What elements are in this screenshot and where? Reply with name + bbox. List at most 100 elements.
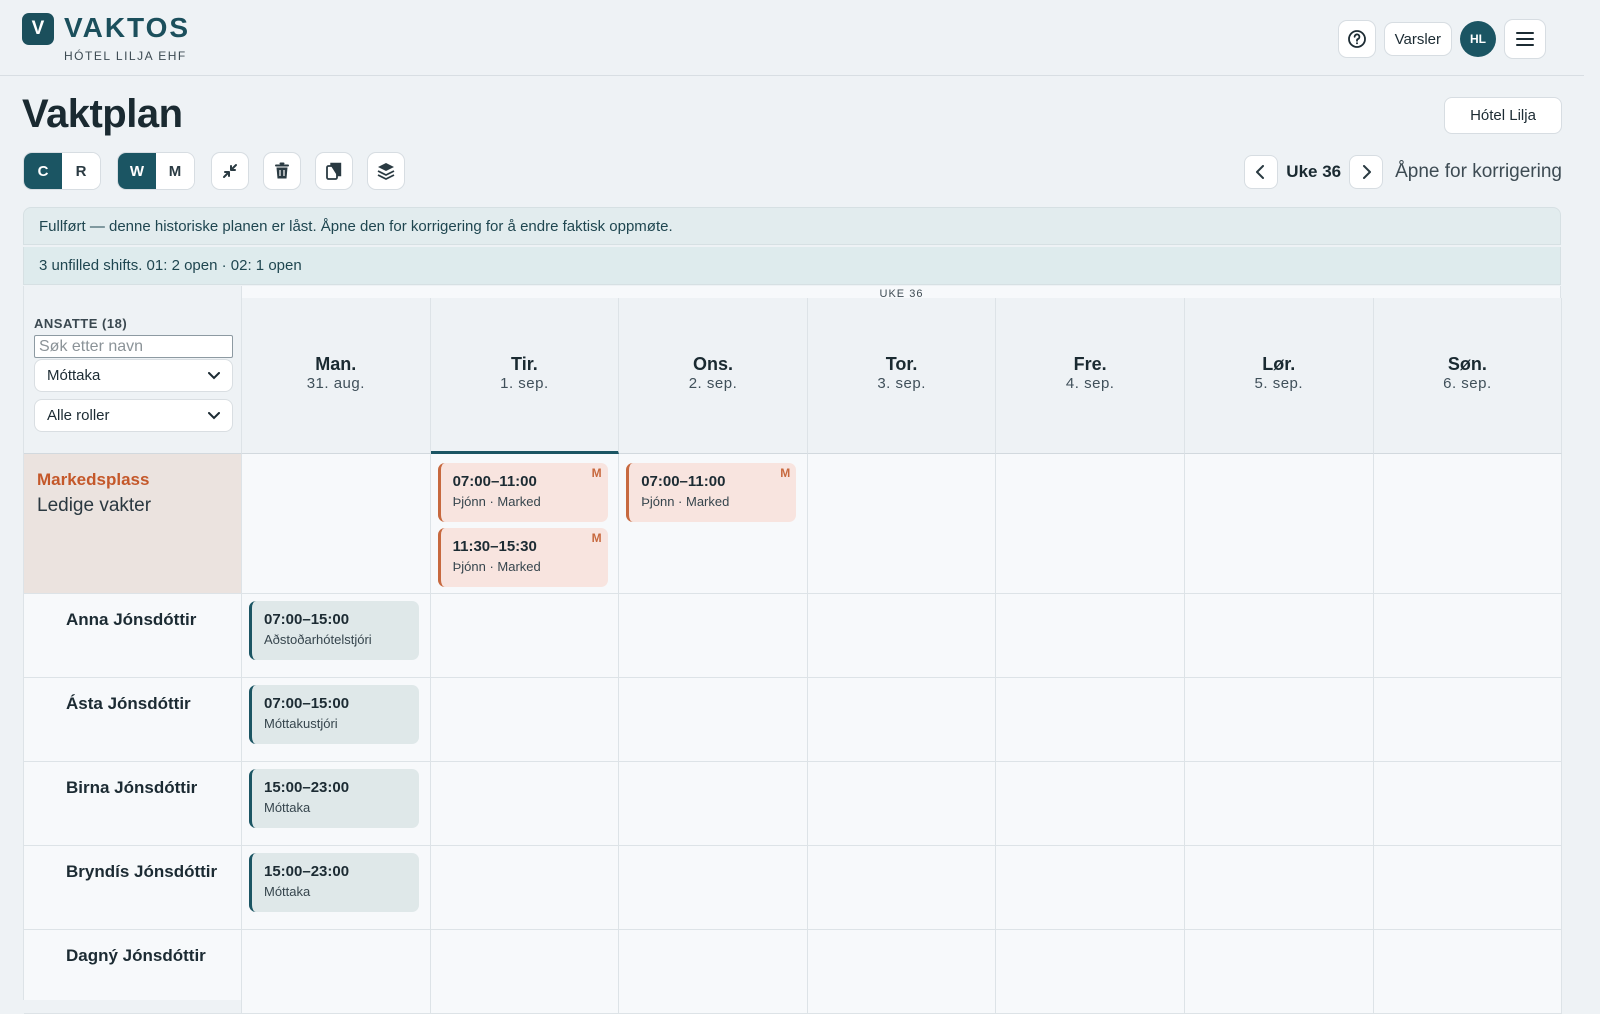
schedule-cell[interactable]: [807, 762, 997, 846]
schedule-cell[interactable]: [242, 930, 431, 1014]
schedule-cell[interactable]: [1185, 930, 1374, 1014]
view-mode-c[interactable]: C: [24, 153, 62, 189]
schedule-cell[interactable]: [807, 678, 997, 762]
department-value: Móttaka: [47, 367, 101, 384]
open-shift-card[interactable]: 07:00–11:00 Þjónn · Marked M: [626, 463, 797, 522]
schedule-cell[interactable]: [619, 678, 808, 762]
schedule-cell[interactable]: [996, 846, 1185, 930]
logo-icon[interactable]: V: [22, 13, 54, 45]
schedule-cell[interactable]: [1373, 594, 1563, 678]
open-shift-card[interactable]: 07:00–11:00 Þjónn · Marked M: [437, 463, 608, 522]
schedule-cell[interactable]: [430, 678, 620, 762]
employee-name: Anna Jónsdóttir: [66, 610, 197, 629]
schedule-toolbar: C R W M: [23, 152, 405, 190]
help-button[interactable]: [1337, 20, 1376, 58]
hotel-selector[interactable]: Hótel Lilja: [1444, 97, 1562, 134]
schedule-cell[interactable]: [1373, 846, 1563, 930]
day-date: 31. aug.: [306, 375, 365, 392]
shift-card[interactable]: 07:00–15:00 Aðstoðarhótelstjóri: [249, 601, 419, 660]
day-header[interactable]: Tor. 3. sep.: [807, 298, 997, 454]
shift-role: Þjónn · Marked: [641, 494, 730, 509]
day-name: Man.: [315, 354, 357, 374]
marketplace-subtitle: Ledige vakter: [37, 495, 152, 516]
employee-search-input[interactable]: [34, 335, 233, 358]
schedule-cell[interactable]: [1373, 930, 1563, 1014]
schedule-cell[interactable]: [430, 846, 620, 930]
range-month[interactable]: M: [156, 153, 194, 189]
brand-name[interactable]: VAKTOS: [64, 12, 190, 44]
day-name: Tor.: [885, 354, 918, 374]
marketplace-cell[interactable]: [1373, 454, 1563, 594]
schedule-cell[interactable]: [1373, 762, 1563, 846]
market-badge: M: [780, 466, 791, 480]
schedule-cell[interactable]: [1185, 594, 1374, 678]
compact-button[interactable]: [211, 152, 249, 190]
marketplace-cell[interactable]: [242, 454, 431, 594]
copy-button[interactable]: [315, 152, 353, 190]
schedule-cell[interactable]: [807, 594, 997, 678]
schedule-cell[interactable]: [619, 846, 808, 930]
schedule-cell[interactable]: [807, 930, 997, 1014]
open-shift-card[interactable]: 11:30–15:30 Þjónn · Marked M: [437, 528, 608, 587]
day-header[interactable]: Man. 31. aug.: [242, 298, 431, 454]
schedule-cell[interactable]: [619, 762, 808, 846]
day-header[interactable]: Ons. 2. sep.: [619, 298, 808, 454]
marketplace-cell[interactable]: [996, 454, 1185, 594]
day-header[interactable]: Søn. 6. sep.: [1373, 298, 1563, 454]
employee-row-label[interactable]: Birna Jónsdóttir: [24, 762, 242, 846]
menu-button[interactable]: [1504, 19, 1546, 59]
day-header[interactable]: Lør. 5. sep.: [1185, 298, 1374, 454]
previous-week-button[interactable]: [1244, 155, 1279, 189]
schedule-grid: UKE 36 ANSATTE (18) Móttaka Alle roller …: [23, 286, 1563, 1014]
schedule-cell[interactable]: [430, 762, 620, 846]
staff-filter-panel: ANSATTE (18) Móttaka Alle roller: [24, 286, 242, 454]
unfilled-shifts-banner[interactable]: 3 unfilled shifts. 01: 2 open · 02: 1 op…: [23, 247, 1561, 285]
alerts-button[interactable]: Varsler: [1383, 22, 1452, 56]
employee-row-label[interactable]: Dagný Jónsdóttir: [24, 930, 242, 1014]
shift-card[interactable]: 15:00–23:00 Móttaka: [249, 853, 419, 912]
role-select[interactable]: Alle roller: [34, 399, 233, 432]
shift-card[interactable]: 07:00–15:00 Móttakustjóri: [249, 685, 419, 744]
next-week-button[interactable]: [1349, 155, 1384, 189]
schedule-cell[interactable]: [619, 594, 808, 678]
schedule-cell[interactable]: [1185, 762, 1374, 846]
schedule-cell[interactable]: [430, 930, 620, 1014]
marketplace-cell[interactable]: [807, 454, 997, 594]
role-value: Alle roller: [47, 407, 110, 424]
shift-card[interactable]: 15:00–23:00 Móttaka: [249, 769, 419, 828]
schedule-cell[interactable]: [996, 930, 1185, 1014]
day-date: 1. sep.: [500, 375, 549, 392]
employee-row-label[interactable]: Bryndís Jónsdóttir: [24, 846, 242, 930]
shift-time: 07:00–11:00: [452, 473, 537, 490]
schedule-cell[interactable]: [807, 846, 997, 930]
copy-icon: [326, 162, 342, 180]
delete-button[interactable]: [263, 152, 301, 190]
day-header[interactable]: Tir. 1. sep.: [430, 298, 620, 454]
schedule-cell[interactable]: [430, 594, 620, 678]
reopen-for-correction-button[interactable]: Åpne for korrigering: [1395, 161, 1562, 183]
range-week[interactable]: W: [118, 153, 156, 189]
staff-count-label: ANSATTE (18): [34, 316, 128, 331]
shift-time: 07:00–15:00: [264, 611, 350, 628]
marketplace-cell[interactable]: [1185, 454, 1374, 594]
schedule-cell[interactable]: [996, 678, 1185, 762]
day-name: Tir.: [511, 354, 538, 374]
marketplace-row-label: Markedsplass Ledige vakter: [24, 454, 242, 594]
page-title: Vaktplan: [22, 92, 183, 136]
user-avatar[interactable]: HL: [1460, 21, 1496, 57]
week-label: Uke 36: [1286, 162, 1342, 181]
schedule-cell[interactable]: [1185, 846, 1374, 930]
layers-button[interactable]: [367, 152, 405, 190]
completed-banner: Fullført — denne historiske planen er lå…: [23, 207, 1561, 245]
day-header[interactable]: Fre. 4. sep.: [996, 298, 1185, 454]
schedule-cell[interactable]: [1373, 678, 1563, 762]
employee-row-label[interactable]: Ásta Jónsdóttir: [24, 678, 242, 762]
week-navigation: Uke 36 Åpne for korrigering: [1244, 155, 1562, 189]
schedule-cell[interactable]: [996, 594, 1185, 678]
schedule-cell[interactable]: [619, 930, 808, 1014]
employee-row-label[interactable]: Anna Jónsdóttir: [24, 594, 242, 678]
schedule-cell[interactable]: [1185, 678, 1374, 762]
schedule-cell[interactable]: [996, 762, 1185, 846]
department-select[interactable]: Móttaka: [34, 359, 233, 392]
view-mode-r[interactable]: R: [62, 153, 100, 189]
